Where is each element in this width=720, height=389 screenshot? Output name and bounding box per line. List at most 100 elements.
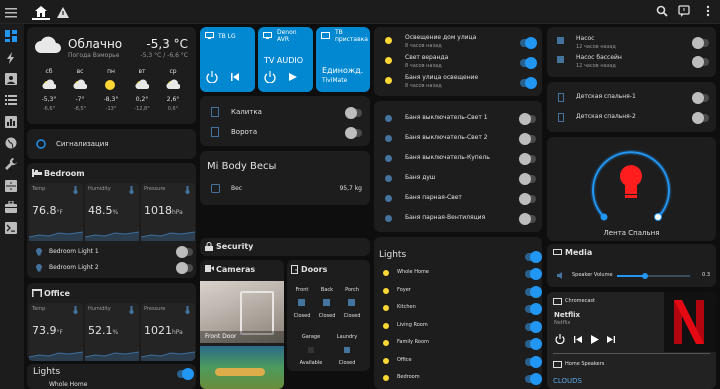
thermometer-icon	[73, 306, 79, 314]
outdoor-label: Баня улица освещение	[405, 74, 479, 81]
search-icon[interactable]	[656, 5, 670, 19]
fan-icon	[385, 215, 392, 222]
account-box-icon[interactable]	[5, 73, 19, 87]
outdoor-label: Освещение дом улица	[405, 34, 477, 41]
light-toggle[interactable]	[525, 303, 542, 315]
menu-icon[interactable]	[5, 8, 19, 22]
sensor-press[interactable]: Pressure 1021hPa	[141, 303, 195, 361]
camera-front-door[interactable]: Front Door	[200, 281, 284, 343]
pump-toggle[interactable]	[692, 37, 709, 49]
sensor-hum[interactable]: Humidity 48.5%	[85, 183, 139, 241]
sensor-temp[interactable]: Temp 76.8°F	[29, 183, 83, 241]
cloud-icon	[73, 79, 87, 89]
garage-icon[interactable]	[308, 347, 314, 353]
dashboard-icon[interactable]	[5, 30, 19, 44]
media-tile-box[interactable]: TB приставка Единожд. TiviMate	[316, 27, 370, 92]
door-icon[interactable]	[298, 299, 305, 306]
alarm-card[interactable]: Сигнализация	[27, 129, 196, 159]
bath-label: Баня душ	[405, 174, 436, 181]
weather-temp: -5,3 °C	[146, 37, 188, 51]
kids-toggle[interactable]	[692, 92, 709, 104]
bath-label: Баня выключатель-Купель	[405, 154, 490, 161]
weather-card[interactable]: Облачно Погода Вэморье -5,3 °C -5,3 °C /…	[27, 27, 196, 124]
bedroom-light-1-toggle[interactable]	[176, 246, 193, 258]
door-icon[interactable]	[348, 299, 355, 306]
bath-toggle[interactable]	[519, 213, 536, 225]
skip-back-icon[interactable]	[574, 336, 582, 343]
now-playing: Netflix	[554, 311, 581, 319]
door-name: Front	[295, 287, 309, 293]
skip-back-icon[interactable]	[231, 73, 239, 81]
globe-icon[interactable]	[5, 137, 19, 151]
outdoor-toggle[interactable]	[520, 77, 537, 89]
scale-icon	[211, 184, 220, 193]
light-toggle[interactable]	[525, 268, 542, 280]
media-title: Media	[565, 248, 593, 257]
lights-bottom-toggle[interactable]	[177, 368, 194, 380]
light-label: Family Room	[397, 339, 429, 345]
volume-slider[interactable]	[617, 273, 690, 279]
sensor-temp[interactable]: Temp 73.9°F	[29, 303, 83, 361]
bath-toggle[interactable]	[519, 153, 536, 165]
cameras-title: Cameras	[216, 265, 256, 274]
sensor-hum[interactable]: Humidity 52.1%	[85, 303, 139, 361]
bedroom-light-2-toggle[interactable]	[176, 262, 193, 274]
gates-card: Калитка Ворота	[200, 96, 370, 146]
lights-master-toggle[interactable]	[525, 251, 542, 263]
scale-title: Mi Body Весы	[207, 161, 277, 172]
bulb-icon	[385, 77, 392, 84]
tab-home[interactable]	[32, 4, 50, 20]
chromecast-card[interactable]: Chromecast Netflix Netflix Home Speakers…	[547, 292, 716, 389]
bulb-icon	[383, 322, 389, 329]
bath-toggle[interactable]	[519, 113, 536, 125]
door-icon[interactable]	[323, 299, 330, 306]
lightning-icon[interactable]	[5, 52, 19, 66]
play-icon[interactable]	[289, 73, 297, 81]
camera-aquarium[interactable]	[200, 346, 284, 389]
cabinet-icon[interactable]	[5, 180, 19, 194]
bath-label: Баня парная-Свет	[405, 194, 462, 201]
light-toggle[interactable]	[525, 338, 542, 350]
wrench-icon[interactable]	[5, 158, 19, 172]
media-tile-denon[interactable]: Denon AVR TV AUDIO	[258, 27, 313, 92]
gate-toggle-1[interactable]	[345, 107, 362, 119]
lamp-card[interactable]: Лента Спальня	[547, 137, 716, 241]
kids-toggle[interactable]	[692, 112, 709, 124]
play-icon[interactable]	[591, 335, 599, 344]
light-toggle[interactable]	[525, 285, 542, 298]
tile-state: Единожд.	[322, 66, 364, 75]
bath-toggle[interactable]	[519, 193, 536, 205]
bath-toggle[interactable]	[519, 173, 536, 185]
outdoor-toggle[interactable]	[520, 57, 537, 69]
outdoor-toggle[interactable]	[520, 37, 537, 49]
kids-label: Детская спальня-1	[576, 93, 636, 100]
tools-icon[interactable]	[5, 201, 19, 215]
list-icon[interactable]	[5, 94, 19, 108]
media-tile-tv-lg[interactable]: TB LG	[200, 27, 255, 92]
light-toggle[interactable]	[525, 320, 542, 333]
tab-alerts[interactable]	[54, 4, 72, 20]
netflix-art	[664, 292, 716, 352]
gate-toggle-2[interactable]	[345, 127, 362, 139]
terminal-icon[interactable]	[5, 222, 19, 236]
power-icon[interactable]	[206, 71, 218, 83]
assist-icon[interactable]	[678, 5, 692, 19]
door-icon[interactable]	[344, 347, 350, 353]
pump-toggle[interactable]	[692, 56, 709, 68]
sensor-graph	[85, 345, 139, 361]
tile-state: TV AUDIO	[264, 56, 304, 65]
skip-forward-icon[interactable]	[607, 336, 615, 343]
power-icon[interactable]	[555, 334, 565, 344]
sensor-press[interactable]: Pressure 1018hPa	[141, 183, 195, 241]
bath-label: Баня выключатель-Свет 2	[405, 134, 488, 141]
bath-toggle[interactable]	[519, 133, 536, 145]
sensor-label: Humidity	[88, 306, 111, 312]
pump-icon	[557, 56, 564, 63]
gauge-icon	[185, 186, 191, 194]
more-icon[interactable]	[702, 5, 716, 19]
power-icon[interactable]	[264, 71, 276, 83]
chart-icon[interactable]	[5, 116, 19, 130]
light-toggle[interactable]	[525, 355, 542, 368]
light-toggle[interactable]	[525, 373, 542, 385]
bulb-icon	[620, 165, 642, 198]
